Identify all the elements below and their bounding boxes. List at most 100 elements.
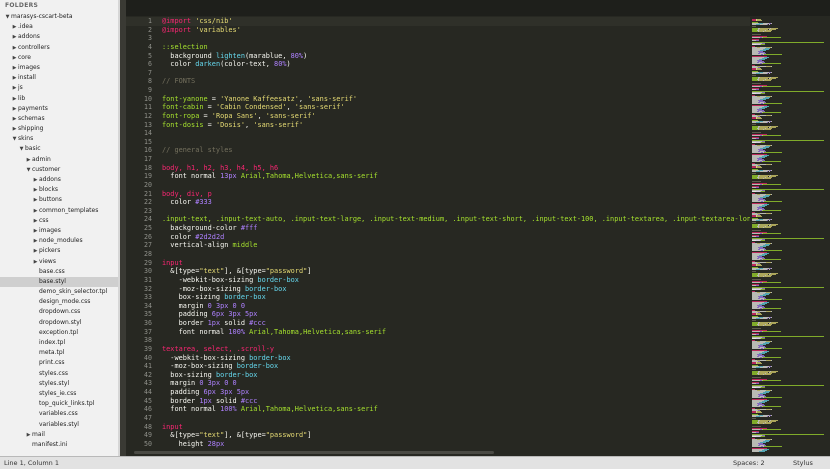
- line-number: 10: [144, 94, 152, 103]
- code-token: 'Dosis': [215, 120, 245, 129]
- minimap-stroke: [770, 365, 772, 367]
- tree-item[interactable]: demo_skin_selector.tpl: [0, 287, 119, 297]
- tree-item[interactable]: exception.tpl: [0, 328, 119, 338]
- code-token: ::selection: [162, 42, 208, 51]
- disclosure-collapsed-icon[interactable]: ▶: [32, 226, 39, 236]
- scroll-thumb[interactable]: [134, 451, 494, 454]
- tree-item[interactable]: dropdown.css: [0, 307, 119, 317]
- tree-item[interactable]: ▶ lib: [0, 94, 119, 104]
- tree-item[interactable]: ▶ images: [0, 63, 119, 73]
- tree-item-label: admin: [32, 155, 51, 163]
- tree-item[interactable]: ▶ js: [0, 83, 119, 93]
- disclosure-collapsed-icon[interactable]: ▶: [32, 236, 39, 246]
- disclosure-collapsed-icon[interactable]: ▶: [11, 43, 18, 53]
- tree-item[interactable]: meta.tpl: [0, 348, 119, 358]
- tree-item[interactable]: ▶ admin: [0, 155, 119, 165]
- tree-item[interactable]: ▶ controllers: [0, 43, 119, 53]
- tree-item[interactable]: ▼ skins: [0, 134, 119, 144]
- disclosure-collapsed-icon[interactable]: ▶: [11, 114, 18, 124]
- code-token: border: [162, 319, 208, 328]
- code-token: #ccc: [240, 396, 258, 405]
- tree-item[interactable]: variables.css: [0, 409, 119, 419]
- tree-item[interactable]: ▶ buttons: [0, 195, 119, 205]
- code-token: @import: [162, 25, 192, 34]
- minimap-stroke: [752, 250, 761, 252]
- tree-item-label: css: [39, 216, 49, 224]
- tree-item-label: styles.styl: [39, 379, 70, 387]
- tree-item[interactable]: ▶ .idea: [0, 22, 119, 32]
- tree-item[interactable]: ▶ pickers: [0, 246, 119, 256]
- tree-item[interactable]: ▶ addons: [0, 32, 119, 42]
- tree-item-label: common_templates: [39, 206, 99, 214]
- tree-item[interactable]: ▶ views: [0, 257, 119, 267]
- disclosure-collapsed-icon[interactable]: ▶: [11, 22, 18, 32]
- tree-item[interactable]: ▶ common_templates: [0, 206, 119, 216]
- minimap-stroke: [752, 289, 762, 291]
- tree-item-label: index.tpl: [39, 339, 66, 346]
- tree-item[interactable]: ▶ css: [0, 216, 119, 226]
- disclosure-collapsed-icon[interactable]: ▶: [25, 430, 32, 440]
- code-editor[interactable]: 1 @import 'css/nib' 2 @import 'variables' 3 4…: [126, 16, 750, 456]
- tree-item[interactable]: styles.css: [0, 369, 119, 379]
- minimap-stroke: [756, 235, 759, 237]
- tree-item[interactable]: ▶ shipping: [0, 124, 119, 134]
- tree-item[interactable]: print.css: [0, 358, 119, 368]
- code-token: lighten: [215, 51, 245, 60]
- disclosure-expanded-icon[interactable]: ▼: [4, 12, 11, 22]
- tree-item[interactable]: ▶ payments: [0, 104, 119, 114]
- tree-item[interactable]: top_quick_links.tpl: [0, 399, 119, 409]
- tree-item-label: core: [18, 53, 31, 61]
- minimap-stroke: [756, 215, 763, 217]
- tree-item[interactable]: ▶ install: [0, 73, 119, 83]
- tree-item[interactable]: ▶ mail: [0, 430, 119, 440]
- disclosure-collapsed-icon[interactable]: ▶: [11, 32, 18, 42]
- tree-item[interactable]: styles.styl: [0, 379, 119, 389]
- tree-item[interactable]: base.css: [0, 267, 119, 277]
- code-token: body, h1, h2, h3, h4, h5, h6: [162, 163, 279, 172]
- tree-item[interactable]: ▼ marasys-cscart-beta: [0, 12, 119, 22]
- disclosure-collapsed-icon[interactable]: ▶: [32, 246, 39, 256]
- disclosure-collapsed-icon[interactable]: ▶: [32, 195, 39, 205]
- minimap-stroke: [770, 169, 772, 171]
- syntax-mode[interactable]: Stylus: [793, 459, 813, 467]
- disclosure-collapsed-icon[interactable]: ▶: [11, 63, 18, 73]
- tree-item[interactable]: design_mode.css: [0, 297, 119, 307]
- disclosure-collapsed-icon[interactable]: ▶: [32, 216, 39, 226]
- disclosure-collapsed-icon[interactable]: ▶: [32, 185, 39, 195]
- minimap-stroke: [771, 194, 772, 196]
- minimap-stroke: [752, 131, 762, 133]
- tree-item[interactable]: styles_ie.css: [0, 389, 119, 399]
- tree-item[interactable]: ▶ images: [0, 226, 119, 236]
- tree-item[interactable]: base.styl: [0, 276, 119, 288]
- code-token: 'variables': [195, 25, 241, 34]
- tree-item[interactable]: ▶ addons: [0, 175, 119, 185]
- disclosure-collapsed-icon[interactable]: ▶: [11, 53, 18, 63]
- disclosure-expanded-icon[interactable]: ▼: [25, 165, 32, 175]
- minimap-stroke: [768, 170, 770, 172]
- tree-item[interactable]: ▼ customer: [0, 165, 119, 175]
- tree-item[interactable]: ▶ blocks: [0, 185, 119, 195]
- tree-item[interactable]: ▼ basic: [0, 144, 119, 154]
- disclosure-collapsed-icon[interactable]: ▶: [25, 155, 32, 165]
- tree-item[interactable]: ▶ schemas: [0, 114, 119, 124]
- disclosure-collapsed-icon[interactable]: ▶: [11, 83, 18, 93]
- tree-item[interactable]: manifest.ini: [0, 440, 119, 450]
- disclosure-expanded-icon[interactable]: ▼: [18, 144, 25, 154]
- disclosure-collapsed-icon[interactable]: ▶: [11, 124, 18, 134]
- disclosure-collapsed-icon[interactable]: ▶: [11, 94, 18, 104]
- disclosure-expanded-icon[interactable]: ▼: [11, 134, 18, 144]
- tree-item[interactable]: variables.styl: [0, 420, 119, 430]
- tree-item[interactable]: dropdown.styl: [0, 318, 119, 328]
- minimap-stroke: [752, 319, 757, 321]
- tree-item[interactable]: index.tpl: [0, 338, 119, 348]
- disclosure-collapsed-icon[interactable]: ▶: [32, 206, 39, 216]
- disclosure-collapsed-icon[interactable]: ▶: [11, 104, 18, 114]
- code-token: font-cabin: [162, 103, 204, 112]
- tree-item[interactable]: ▶ node_modules: [0, 236, 119, 246]
- minimap[interactable]: [750, 16, 830, 456]
- indentation-setting[interactable]: Spaces: 2: [733, 459, 765, 467]
- disclosure-collapsed-icon[interactable]: ▶: [11, 73, 18, 83]
- disclosure-collapsed-icon[interactable]: ▶: [32, 175, 39, 185]
- disclosure-collapsed-icon[interactable]: ▶: [32, 257, 39, 267]
- tree-item[interactable]: ▶ core: [0, 53, 119, 63]
